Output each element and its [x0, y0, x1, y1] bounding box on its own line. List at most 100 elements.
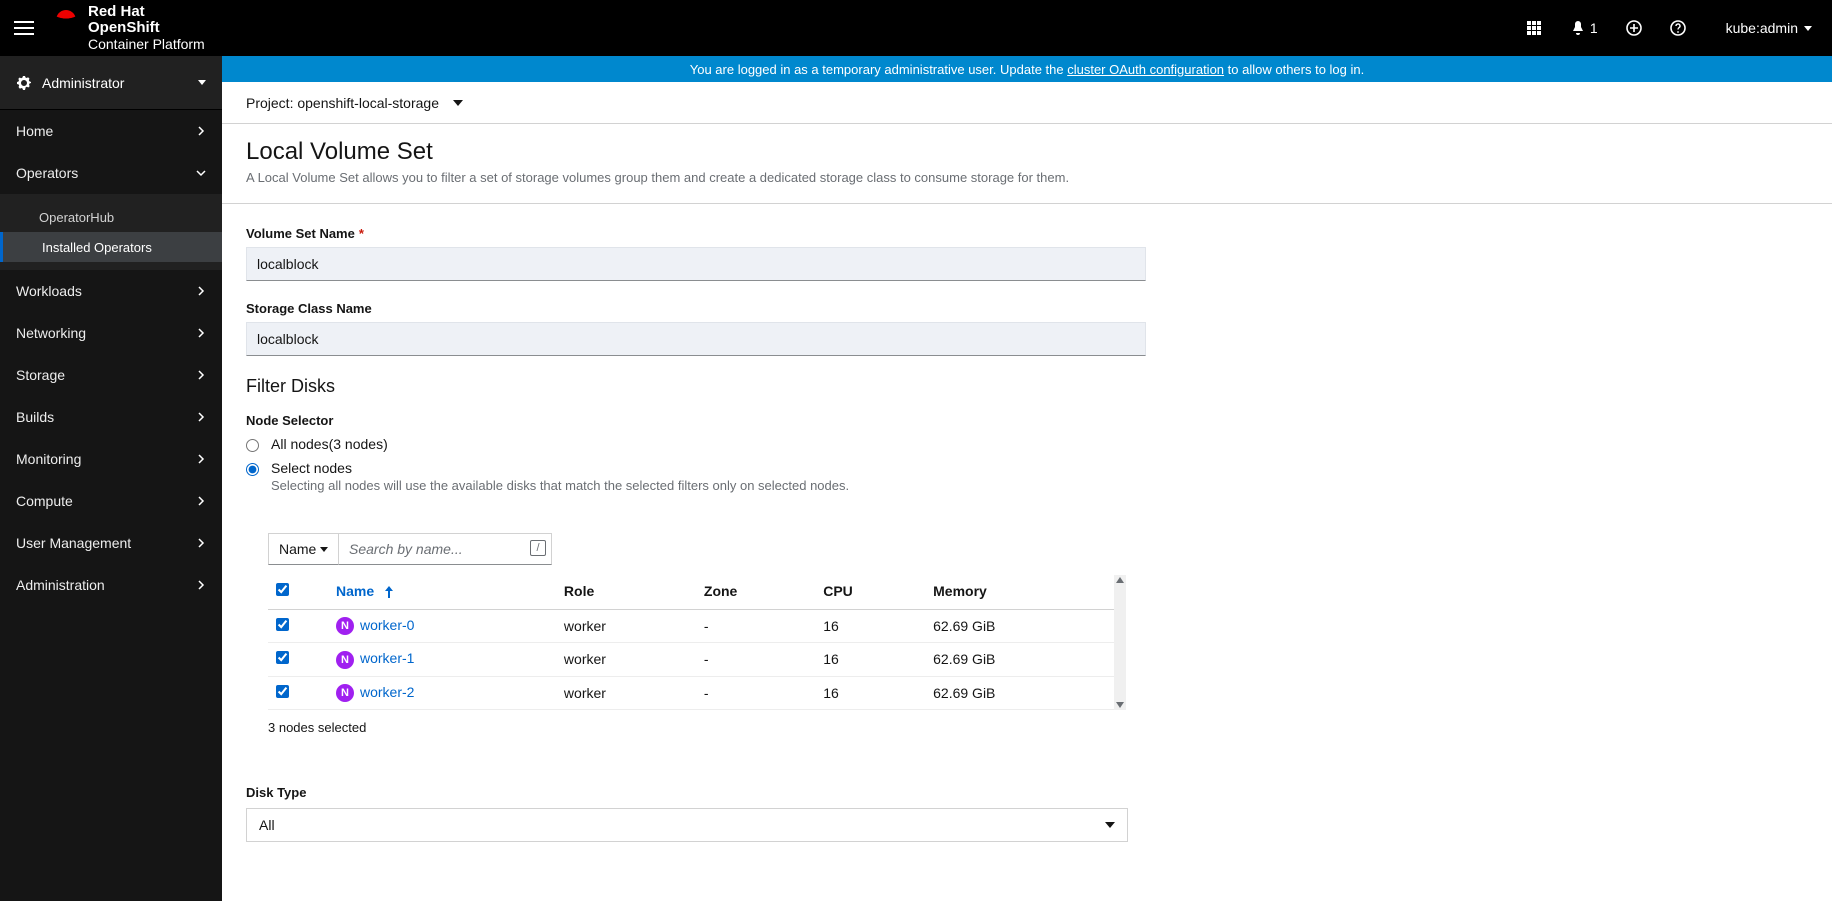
brand-bold: Red Hat [88, 3, 145, 20]
sidebar-item-networking[interactable]: Networking [0, 312, 222, 354]
disk-type-select[interactable]: All [246, 808, 1128, 842]
selected-count: 3 nodes selected [268, 720, 1126, 735]
cell-role: worker [556, 676, 696, 709]
info-banner: You are logged in as a temporary adminis… [222, 56, 1832, 82]
help-icon[interactable] [1670, 20, 1686, 36]
sidebar-item-label: Storage [16, 367, 65, 383]
banner-link[interactable]: cluster OAuth configuration [1067, 62, 1224, 77]
masthead-tools: 1 kube:admin [1526, 20, 1820, 36]
brand: Red Hat OpenShift Container Platform [52, 4, 205, 52]
sidebar-item-administration[interactable]: Administration [0, 564, 222, 606]
col-role[interactable]: Role [556, 575, 696, 610]
sidebar-item-operators[interactable]: Operators [0, 152, 222, 194]
sidebar-item-storage[interactable]: Storage [0, 354, 222, 396]
notifications-button[interactable]: 1 [1570, 20, 1598, 36]
col-memory[interactable]: Memory [925, 575, 1114, 610]
project-label: Project: [246, 95, 293, 111]
sidebar-item-compute[interactable]: Compute [0, 480, 222, 522]
col-zone[interactable]: Zone [696, 575, 815, 610]
table-row: Nworker-0 worker - 16 62.69 GiB [268, 610, 1114, 643]
sidebar-item-label: Installed Operators [42, 240, 152, 255]
sidebar-item-builds[interactable]: Builds [0, 396, 222, 438]
cell-zone: - [696, 610, 815, 643]
table-scrollbar[interactable] [1114, 575, 1126, 710]
sidebar-item-label: Operators [16, 165, 78, 181]
radio-all-nodes[interactable] [246, 439, 259, 452]
sidebar-sub-installed-operators[interactable]: Installed Operators [0, 232, 222, 262]
cell-memory: 62.69 GiB [925, 676, 1114, 709]
search-input[interactable] [338, 533, 552, 565]
storage-class-name-input[interactable] [246, 322, 1146, 356]
brand-mid: OpenShift [88, 19, 160, 36]
row-checkbox[interactable] [276, 685, 289, 698]
sidebar-item-label: Compute [16, 493, 73, 509]
chevron-right-icon [196, 454, 206, 464]
cell-zone: - [696, 643, 815, 676]
sidebar-item-label: Builds [16, 409, 54, 425]
slash-hint: / [530, 540, 546, 556]
node-link[interactable]: worker-2 [360, 684, 414, 700]
cog-icon [16, 75, 32, 91]
hamburger-icon[interactable] [12, 16, 36, 40]
chevron-down-icon [196, 168, 206, 178]
vsn-label: Volume Set Name [246, 226, 355, 241]
chevron-right-icon [196, 370, 206, 380]
caret-down-icon [453, 100, 463, 106]
col-cpu[interactable]: CPU [815, 575, 925, 610]
volume-set-name-input[interactable] [246, 247, 1146, 281]
content-scroll[interactable]: Local Volume Set A Local Volume Set allo… [222, 124, 1832, 901]
cell-memory: 62.69 GiB [925, 643, 1114, 676]
chevron-right-icon [196, 328, 206, 338]
cell-cpu: 16 [815, 643, 925, 676]
perspective-label: Administrator [42, 75, 124, 91]
cell-cpu: 16 [815, 610, 925, 643]
apps-grid-icon[interactable] [1526, 20, 1542, 36]
radio-select-nodes[interactable] [246, 463, 259, 476]
row-checkbox[interactable] [276, 618, 289, 631]
chevron-right-icon [196, 538, 206, 548]
perspective-switcher[interactable]: Administrator [0, 56, 222, 110]
page-header: Local Volume Set A Local Volume Set allo… [222, 124, 1832, 204]
sidebar-nav: Home Operators OperatorHub Installed Ope… [0, 110, 222, 606]
sidebar-item-label: Workloads [16, 283, 82, 299]
node-table-wrap: Name Role Zone CPU Memory [268, 575, 1126, 710]
chevron-right-icon [196, 412, 206, 422]
chevron-right-icon [196, 126, 206, 136]
filter-dropdown[interactable]: Name [268, 533, 338, 565]
sidebar-sub-operatorhub[interactable]: OperatorHub [3, 202, 222, 232]
main-column: You are logged in as a temporary adminis… [222, 56, 1832, 901]
sidebar: Administrator Home Operators OperatorHub [0, 56, 222, 901]
sidebar-item-workloads[interactable]: Workloads [0, 270, 222, 312]
cell-role: worker [556, 643, 696, 676]
user-menu[interactable]: kube:admin [1726, 20, 1812, 36]
node-badge-icon: N [336, 651, 354, 669]
node-selector-label: Node Selector [246, 413, 1344, 428]
scroll-up-icon [1116, 577, 1124, 583]
add-icon[interactable] [1626, 20, 1642, 36]
chevron-right-icon [196, 580, 206, 590]
node-link[interactable]: worker-0 [360, 617, 414, 633]
form: Volume Set Name * Storage Class Name Fil… [222, 204, 1368, 882]
page-title: Local Volume Set [246, 138, 1808, 166]
sidebar-item-label: Home [16, 123, 53, 139]
node-link[interactable]: worker-1 [360, 650, 414, 666]
scroll-down-icon [1116, 702, 1124, 708]
radio-select-help: Selecting all nodes will use the availab… [271, 478, 849, 493]
masthead: Red Hat OpenShift Container Platform 1 [0, 0, 1832, 56]
col-name[interactable]: Name [336, 583, 374, 599]
sidebar-item-user-management[interactable]: User Management [0, 522, 222, 564]
row-checkbox[interactable] [276, 651, 289, 664]
sort-asc-icon[interactable] [384, 583, 394, 599]
brand-sub: Container Platform [88, 37, 205, 52]
cell-role: worker [556, 610, 696, 643]
caret-down-icon [1804, 26, 1812, 31]
sidebar-item-label: Networking [16, 325, 86, 341]
select-all-checkbox[interactable] [276, 583, 289, 596]
chevron-right-icon [196, 496, 206, 506]
sidebar-item-monitoring[interactable]: Monitoring [0, 438, 222, 480]
node-badge-icon: N [336, 684, 354, 702]
project-selector[interactable]: Project: openshift-local-storage [222, 82, 1832, 124]
notif-count: 1 [1590, 20, 1598, 36]
chevron-down-icon [198, 80, 206, 85]
sidebar-item-home[interactable]: Home [0, 110, 222, 152]
